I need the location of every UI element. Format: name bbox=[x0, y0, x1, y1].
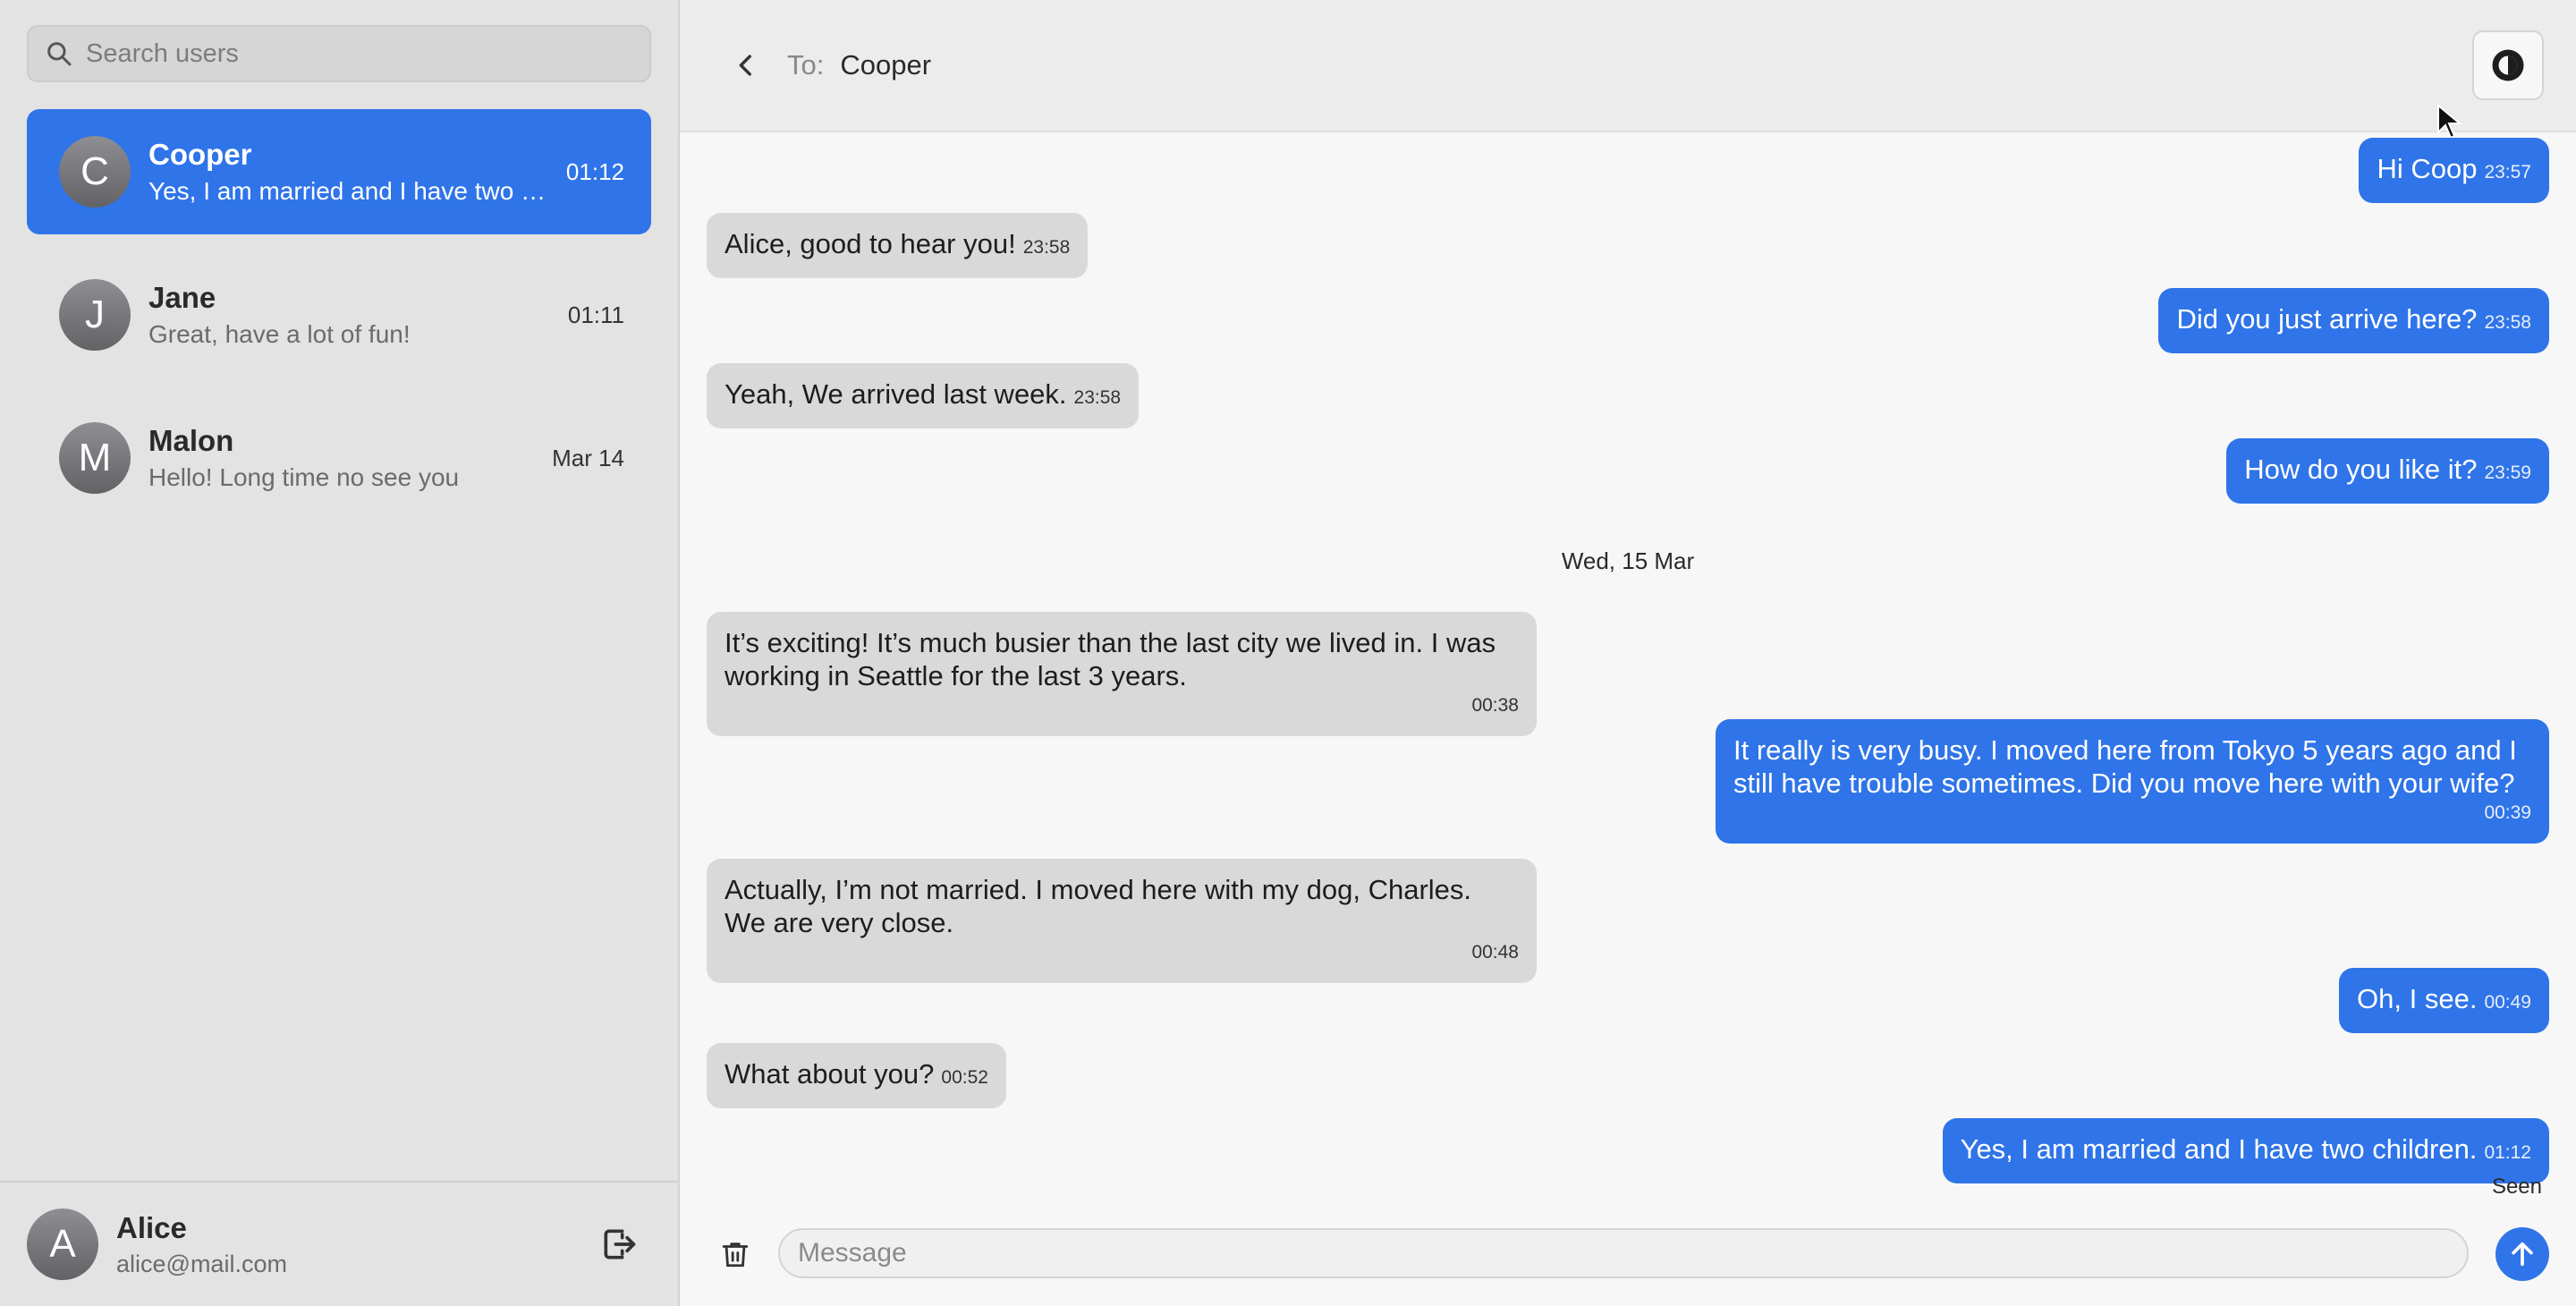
send-button[interactable] bbox=[2496, 1227, 2549, 1281]
conversation-text: Jane Great, have a lot of fun! bbox=[148, 281, 554, 349]
chat-header: To: Cooper bbox=[680, 0, 2576, 132]
conversation-time: 01:11 bbox=[567, 301, 624, 328]
message-bubble-outgoing: How do you like it? 23:59 bbox=[2226, 438, 2549, 504]
logout-button[interactable] bbox=[594, 1219, 644, 1269]
conversation-name: Cooper bbox=[148, 138, 252, 171]
message-time: 00:52 bbox=[941, 1067, 988, 1088]
profile-email: alice@mail.com bbox=[116, 1250, 287, 1277]
message-composer[interactable] bbox=[778, 1228, 2469, 1278]
message-time: 00:38 bbox=[1471, 695, 1519, 716]
conversation-name: Malon bbox=[148, 424, 234, 457]
mouse-cursor-icon bbox=[2437, 104, 2462, 140]
message-time: 00:49 bbox=[2484, 992, 2531, 1013]
message-bubble-incoming: Alice, good to hear you! 23:58 bbox=[707, 213, 1089, 278]
message-bubble-incoming: Yeah, We arrived last week. 23:58 bbox=[707, 363, 1140, 428]
message-text: Oh, I see. bbox=[2357, 983, 2478, 1014]
avatar: A bbox=[27, 1208, 98, 1280]
recipient-label: To: bbox=[787, 49, 825, 81]
conversation-preview: Yes, I am married and I have two childre… bbox=[148, 177, 552, 205]
message-time: 23:59 bbox=[2484, 462, 2531, 483]
conversation-item-malon[interactable]: M Malon Hello! Long time no see you Mar … bbox=[27, 395, 651, 521]
conversation-item-cooper[interactable]: C Cooper Yes, I am married and I have tw… bbox=[27, 109, 651, 234]
profile-text: Alice alice@mail.com bbox=[116, 1211, 594, 1278]
conversation-item-jane[interactable]: J Jane Great, have a lot of fun! 01:11 bbox=[27, 252, 651, 377]
message-bubble-outgoing: Hi Coop 23:57 bbox=[2359, 138, 2549, 203]
date-separator: Wed, 15 Mar bbox=[1561, 547, 1695, 574]
message-time: 01:12 bbox=[2484, 1142, 2531, 1163]
message-text: It’s exciting! It’s much busier than the… bbox=[724, 627, 1496, 691]
message-bubble-incoming: Actually, I’m not married. I moved here … bbox=[707, 859, 1537, 983]
current-user-profile: A Alice alice@mail.com bbox=[0, 1181, 678, 1306]
recipient-name: Cooper bbox=[840, 49, 932, 81]
trash-icon bbox=[722, 1242, 749, 1268]
message-text: It really is very busy. I moved here fro… bbox=[1733, 734, 2517, 799]
message-bubble-outgoing: It really is very busy. I moved here fro… bbox=[1716, 719, 2549, 844]
theme-toggle-icon bbox=[2492, 49, 2524, 81]
message-text: Alice, good to hear you! bbox=[724, 228, 1016, 259]
message-text: Yes, I am married and I have two childre… bbox=[1960, 1133, 2478, 1165]
message-bubble-incoming: It’s exciting! It’s much busier than the… bbox=[707, 612, 1537, 736]
avatar: C bbox=[59, 136, 131, 208]
profile-name: Alice bbox=[116, 1210, 187, 1244]
message-input[interactable] bbox=[798, 1238, 2408, 1268]
message-text: Hi Coop bbox=[2377, 153, 2478, 184]
logout-icon bbox=[604, 1229, 636, 1259]
message-time: 23:58 bbox=[2484, 312, 2531, 333]
message-text: How do you like it? bbox=[2244, 454, 2478, 485]
message-text: Did you just arrive here? bbox=[2176, 303, 2478, 335]
message-time: 00:48 bbox=[1471, 942, 1519, 963]
message-bubble-outgoing: Yes, I am married and I have two childre… bbox=[1942, 1118, 2549, 1183]
message-text: Yeah, We arrived last week. bbox=[724, 378, 1067, 410]
back-chevron-icon bbox=[739, 55, 751, 76]
delete-chat-button[interactable] bbox=[716, 1233, 755, 1276]
back-button[interactable] bbox=[724, 44, 767, 87]
message-bubble-outgoing: Did you just arrive here? 23:58 bbox=[2158, 288, 2549, 353]
message-time: 23:58 bbox=[1022, 237, 1071, 258]
search-input[interactable] bbox=[86, 38, 623, 69]
message-text: Actually, I’m not married. I moved here … bbox=[724, 874, 1472, 938]
message-bubble-incoming: What about you? 00:52 bbox=[707, 1043, 1006, 1108]
avatar: J bbox=[59, 279, 131, 351]
avatar: M bbox=[59, 422, 131, 494]
conversation-preview: Hello! Long time no see you bbox=[148, 463, 460, 491]
conversation-preview: Great, have a lot of fun! bbox=[148, 320, 411, 348]
conversation-time: Mar 14 bbox=[552, 444, 624, 471]
theme-toggle-button[interactable] bbox=[2472, 30, 2544, 100]
conversation-text: Malon Hello! Long time no see you bbox=[148, 424, 538, 492]
conversation-text: Cooper Yes, I am married and I have two … bbox=[148, 138, 552, 206]
sidebar: C Cooper Yes, I am married and I have tw… bbox=[0, 0, 680, 1306]
send-arrow-icon bbox=[2512, 1242, 2533, 1267]
message-bubble-outgoing: Oh, I see. 00:49 bbox=[2339, 968, 2549, 1033]
conversation-name: Jane bbox=[148, 281, 216, 314]
message-time: 23:57 bbox=[2484, 162, 2531, 182]
message-time: 00:39 bbox=[2484, 802, 2531, 823]
search-icon bbox=[47, 42, 72, 66]
message-time: 23:58 bbox=[1073, 387, 1122, 408]
message-text: What about you? bbox=[724, 1058, 935, 1090]
seen-status: Seen bbox=[2491, 1175, 2542, 1199]
conversation-time: 01:12 bbox=[565, 157, 624, 185]
search-box[interactable] bbox=[27, 25, 651, 82]
